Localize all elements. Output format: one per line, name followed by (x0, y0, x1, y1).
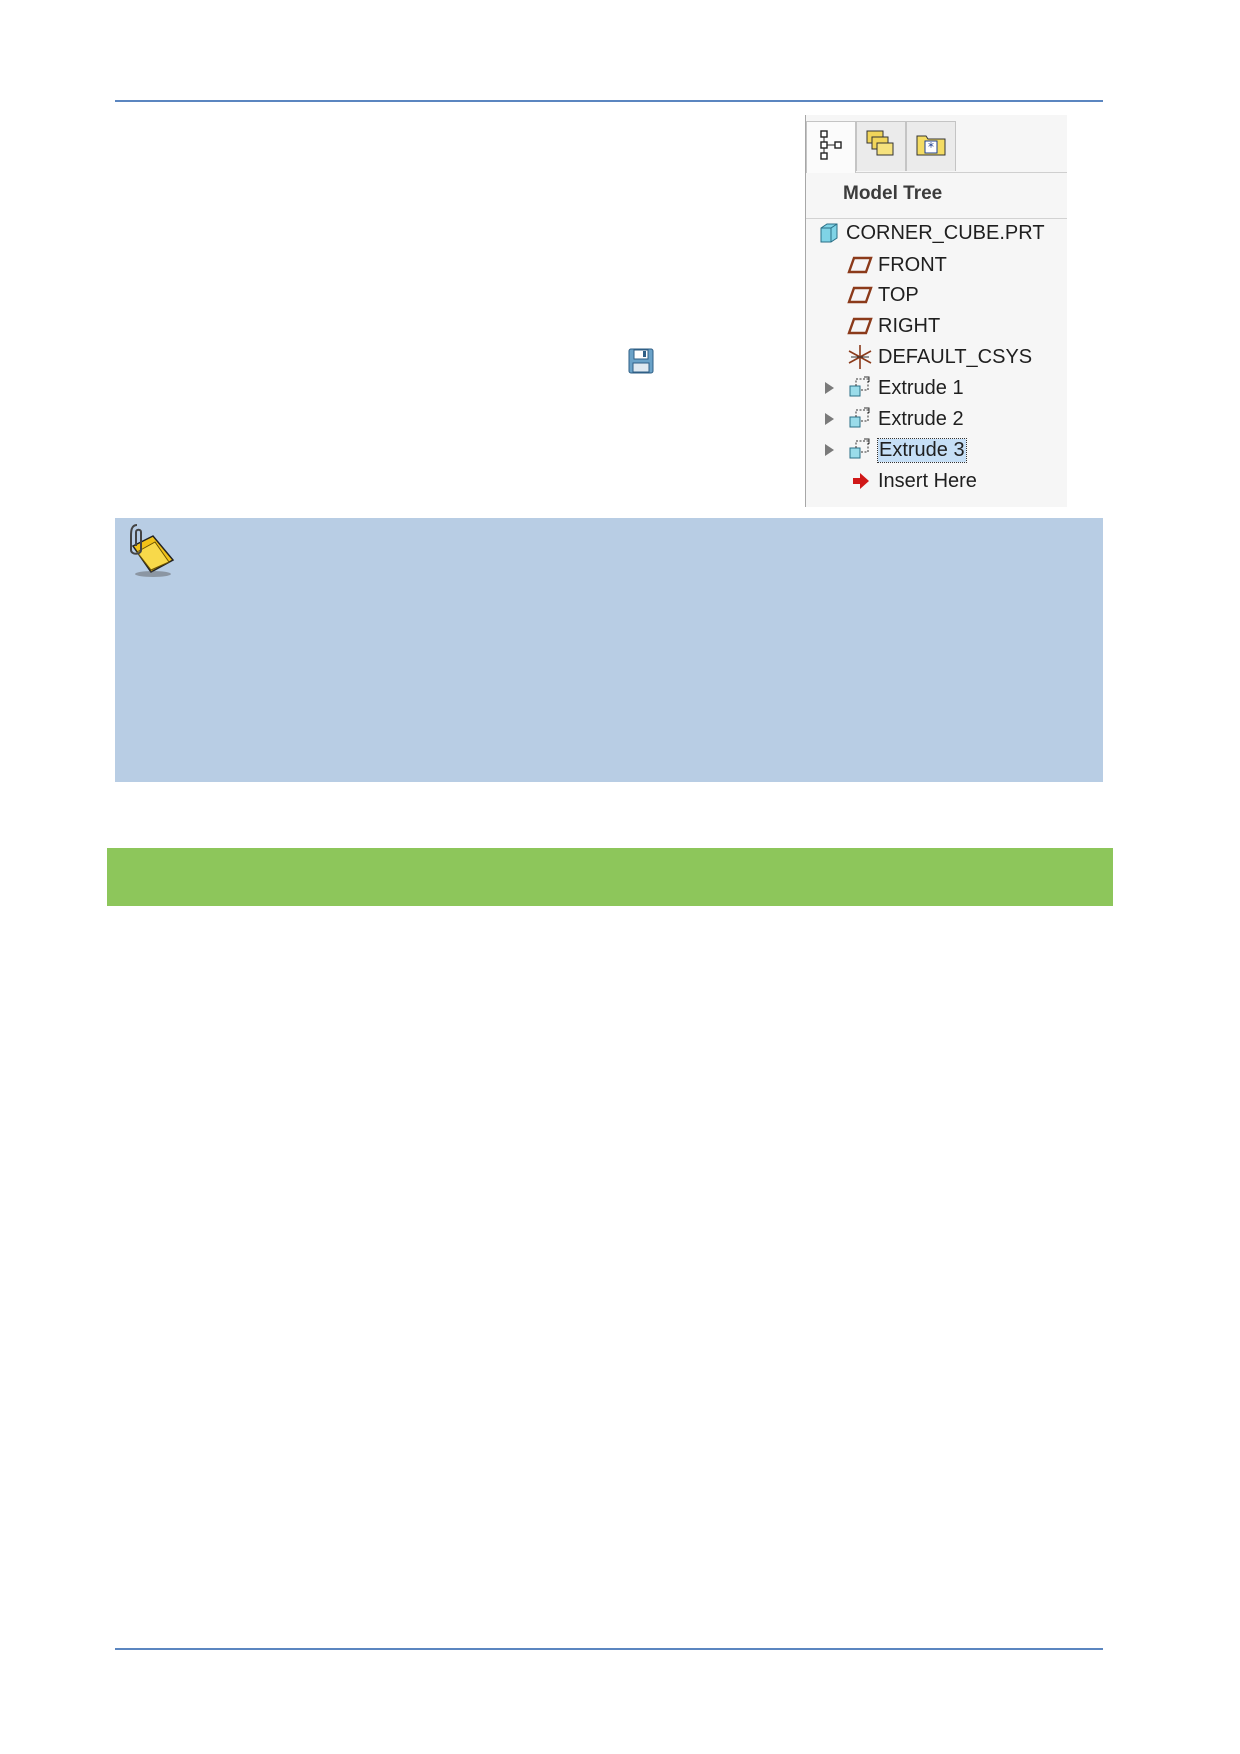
tree-item-right[interactable]: RIGHT (846, 312, 940, 340)
datum-plane-icon (846, 312, 874, 340)
tree-item-label: CORNER_CUBE.PRT (846, 221, 1045, 244)
extrude-icon (846, 436, 874, 464)
expand-arrow-icon[interactable] (822, 436, 836, 464)
part-cube-icon (814, 219, 842, 247)
tree-item-front[interactable]: FRONT (846, 251, 947, 279)
tab-favorites[interactable]: * (906, 121, 956, 171)
coordinate-system-icon (846, 343, 874, 371)
favorites-folder-tab-icon: * (915, 131, 947, 162)
tree-item-label: DEFAULT_CSYS (878, 345, 1033, 368)
tree-item-label: Extrude 1 (878, 376, 964, 399)
model-tree-panel: * Model Tree CORNER_CUBE.PRT FRONT TOP R… (805, 115, 1067, 507)
expand-arrow-icon[interactable] (822, 374, 836, 402)
tree-item-label: TOP (878, 283, 919, 306)
top-header-rule (115, 100, 1103, 102)
datum-plane-icon (846, 281, 874, 309)
extrude-icon (846, 405, 874, 433)
note-paperclip-icon (123, 522, 179, 578)
tab-model-tree[interactable] (806, 121, 856, 173)
tree-item-extrude-2[interactable]: Extrude 2 (846, 405, 964, 433)
insert-here-arrow-icon (846, 467, 874, 495)
note-box (115, 518, 1103, 782)
svg-text:*: * (928, 140, 934, 154)
tree-root-item[interactable]: CORNER_CUBE.PRT (814, 219, 1045, 247)
tree-item-default-csys[interactable]: DEFAULT_CSYS (846, 343, 1032, 371)
tree-item-label: FRONT (878, 253, 947, 276)
section-heading-bar (107, 848, 1113, 906)
model-tree-tabs: * (806, 119, 1067, 173)
expand-arrow-icon[interactable] (822, 405, 836, 433)
save-floppy-icon (628, 348, 654, 374)
tree-item-top[interactable]: TOP (846, 281, 919, 309)
tree-item-label: Insert Here (878, 469, 977, 492)
layers-tab-icon (865, 129, 897, 164)
tree-item-extrude-3[interactable]: Extrude 3 (846, 436, 967, 464)
tree-item-label: Extrude 2 (878, 407, 964, 430)
bottom-footer-rule (115, 1648, 1103, 1650)
tree-item-label: RIGHT (878, 314, 941, 337)
model-tree-tab-icon (818, 129, 844, 166)
tree-item-label-selected: Extrude 3 (877, 437, 967, 463)
extrude-icon (846, 374, 874, 402)
tree-item-extrude-1[interactable]: Extrude 1 (846, 374, 964, 402)
datum-plane-icon (846, 251, 874, 279)
tab-layers[interactable] (856, 121, 906, 171)
tree-item-insert-here[interactable]: Insert Here (846, 467, 977, 495)
model-tree-title: Model Tree (843, 183, 943, 204)
